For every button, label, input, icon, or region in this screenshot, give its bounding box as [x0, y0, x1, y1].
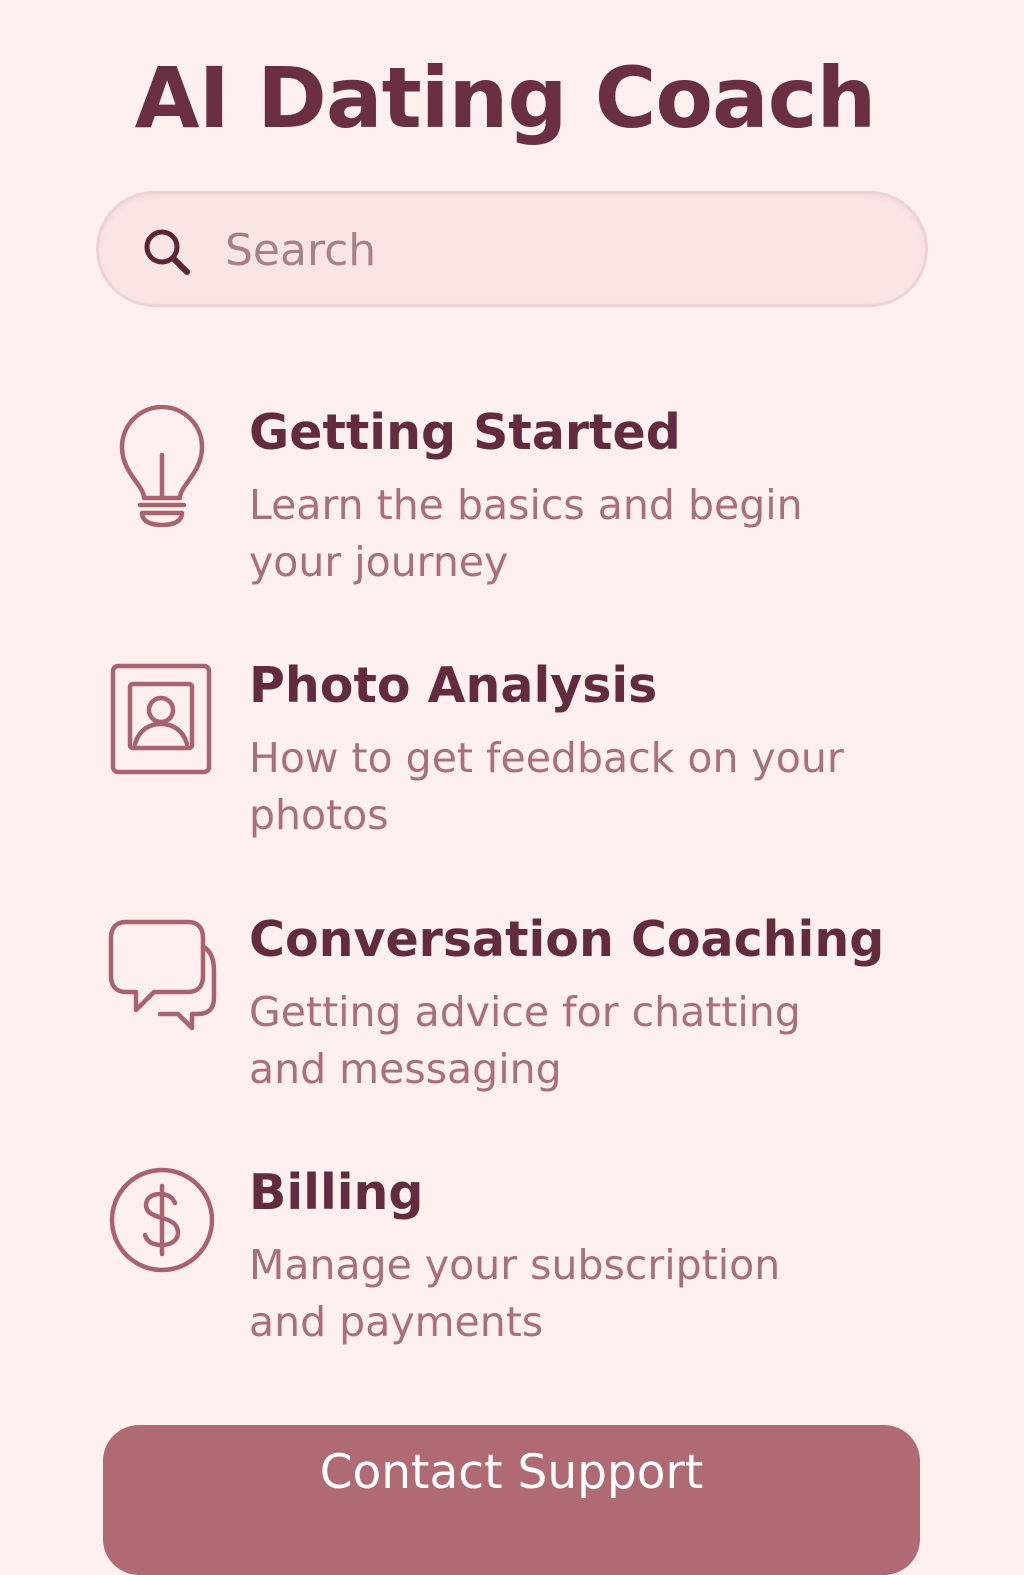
search-bar[interactable]	[96, 191, 928, 307]
topic-description: Learn the basics and begin your journey	[249, 481, 803, 586]
photo-portrait-icon	[110, 663, 212, 775]
search-icon	[144, 229, 190, 275]
lightbulb-icon	[119, 405, 205, 528]
topic-photo-analysis[interactable]: Photo Analysis How to get feedback on yo…	[100, 657, 900, 848]
dollar-circle-icon	[109, 1167, 215, 1273]
page-title: AI Dating Coach	[134, 49, 877, 147]
topic-description: Manage your subscription and payments	[249, 1241, 781, 1346]
topic-getting-started[interactable]: Getting Started Learn the basics and beg…	[100, 404, 900, 595]
topic-title: Getting Started	[249, 404, 681, 461]
topic-title: Billing	[249, 1164, 424, 1221]
topic-title: Photo Analysis	[249, 657, 658, 714]
topic-title: Conversation Coaching	[249, 911, 885, 968]
chat-bubbles-icon	[108, 919, 217, 1031]
topic-billing[interactable]: Billing Manage your subscription and pay…	[100, 1164, 900, 1355]
search-input[interactable]	[225, 216, 905, 284]
contact-support-button[interactable]: Contact Support	[103, 1425, 920, 1575]
topic-description: How to get feedback on your photos	[249, 734, 844, 839]
topic-conversation-coaching[interactable]: Conversation Coaching Getting advice for…	[100, 911, 900, 1102]
topic-description: Getting advice for chatting and messagin…	[249, 988, 801, 1093]
